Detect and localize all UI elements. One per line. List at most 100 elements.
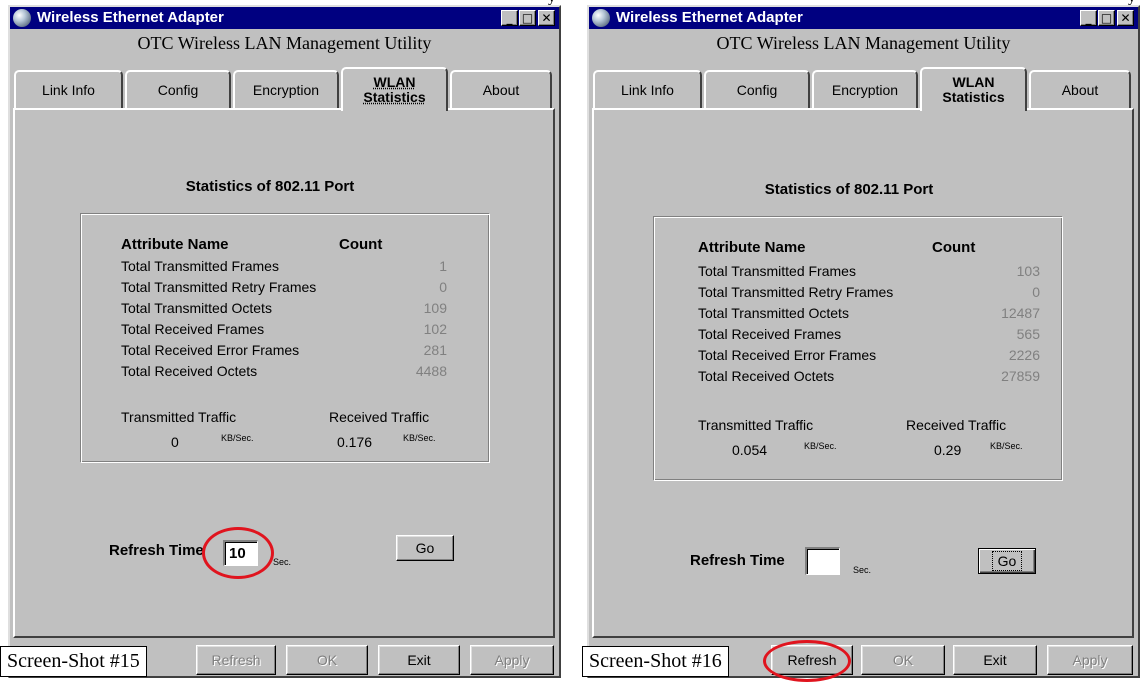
row-label: Total Transmitted Octets xyxy=(698,305,849,321)
network-adapter-icon xyxy=(592,9,610,27)
button-label: Go xyxy=(991,551,1023,571)
tab-label: About xyxy=(482,82,520,98)
button-label: Go xyxy=(415,540,435,556)
transmitted-traffic-label: Transmitted Traffic xyxy=(121,409,237,425)
title-bar: Wireless Ethernet Adapter _ □ ✕ xyxy=(10,7,559,29)
row-count: 0 xyxy=(1032,284,1040,300)
tab-encryption[interactable]: Encryption xyxy=(233,70,339,108)
screenshot-caption: Screen-Shot #16 xyxy=(582,646,729,677)
transmitted-traffic-label: Transmitted Traffic xyxy=(698,417,814,433)
traffic-unit: KB/Sec. xyxy=(221,433,254,443)
tab-config[interactable]: Config xyxy=(125,70,231,108)
button-label: OK xyxy=(316,652,338,668)
transmitted-traffic-value: 0.054 xyxy=(732,442,768,458)
tab-wlan-statistics[interactable]: WLAN Statistics xyxy=(920,67,1027,111)
tab-link-info[interactable]: Link Info xyxy=(14,70,123,108)
received-traffic-value: 0.176 xyxy=(337,434,373,450)
refresh-unit: Sec. xyxy=(273,557,292,567)
row-label: Total Transmitted Octets xyxy=(121,300,272,316)
tab-label: Config xyxy=(736,82,778,98)
exit-button[interactable]: Exit xyxy=(378,645,460,675)
row-label: Total Received Error Frames xyxy=(121,342,300,358)
tab-label: Config xyxy=(157,82,199,98)
button-label: Exit xyxy=(407,652,431,668)
ok-button[interactable]: OK xyxy=(286,645,368,675)
stats-groupbox: Attribute Name Count Total Transmitted F… xyxy=(80,213,490,463)
utility-window-16: Wireless Ethernet Adapter _ □ ✕ OTC Wire… xyxy=(587,5,1140,678)
tab-label: Link Info xyxy=(42,82,95,98)
traffic-unit: KB/Sec. xyxy=(990,441,1023,451)
window-title: Wireless Ethernet Adapter xyxy=(616,9,803,26)
close-icon[interactable]: ✕ xyxy=(538,10,555,26)
tab-link-info[interactable]: Link Info xyxy=(593,70,702,108)
received-traffic-label: Received Traffic xyxy=(329,409,430,425)
row-count: 0 xyxy=(439,279,447,295)
row-label: Total Received Frames xyxy=(121,321,265,337)
row-count: 109 xyxy=(423,300,447,316)
tab-encryption[interactable]: Encryption xyxy=(812,70,918,108)
row-count: 103 xyxy=(1016,263,1040,279)
tab-wlan-statistics[interactable]: WLAN Statistics xyxy=(341,67,448,111)
row-label: Total Received Error Frames xyxy=(698,347,877,363)
network-adapter-icon xyxy=(13,9,31,27)
row-count: 27859 xyxy=(1001,368,1040,384)
button-label: OK xyxy=(892,652,914,668)
go-button[interactable]: Go xyxy=(978,548,1036,574)
stats-groupbox: Attribute Name Count Total Transmitted F… xyxy=(653,216,1063,481)
ok-button[interactable]: OK xyxy=(861,645,945,675)
row-label: Total Transmitted Retry Frames xyxy=(121,279,317,295)
highlight-circle xyxy=(202,527,274,579)
count-header: Count xyxy=(932,239,976,256)
utility-title: OTC Wireless LAN Management Utility xyxy=(137,33,432,53)
maximize-icon[interactable]: □ xyxy=(1098,10,1115,26)
row-count: 102 xyxy=(423,321,447,337)
refresh-time-input[interactable] xyxy=(805,547,840,575)
row-count: 2226 xyxy=(1008,347,1040,363)
apply-button[interactable]: Apply xyxy=(1047,645,1133,675)
row-label: Total Transmitted Frames xyxy=(121,258,279,274)
transmitted-traffic-value: 0 xyxy=(171,434,179,450)
tab-label: Encryption xyxy=(831,82,899,98)
exit-button[interactable]: Exit xyxy=(953,645,1037,675)
row-count: 1 xyxy=(439,258,447,274)
row-label: Total Received Octets xyxy=(698,368,835,384)
tab-label: WLAN Statistics xyxy=(942,74,1005,105)
button-label: Apply xyxy=(1072,652,1108,668)
minimize-icon[interactable]: _ xyxy=(1080,10,1097,26)
tab-label: Link Info xyxy=(621,82,674,98)
attribute-name-header: Attribute Name xyxy=(698,239,806,256)
received-traffic-value: 0.29 xyxy=(934,442,962,458)
go-button[interactable]: Go xyxy=(396,535,454,561)
screenshot-caption: Screen-Shot #15 xyxy=(0,646,147,677)
maximize-icon[interactable]: □ xyxy=(519,10,536,26)
tab-about[interactable]: About xyxy=(1029,70,1131,108)
stats-heading: Statistics of 802.11 Port xyxy=(764,181,934,198)
button-label: Refresh xyxy=(211,652,261,668)
count-header: Count xyxy=(339,236,383,253)
minimize-icon[interactable]: _ xyxy=(501,10,518,26)
refresh-time-label: Refresh Time xyxy=(690,552,785,569)
refresh-time-label: Refresh Time xyxy=(109,542,204,559)
tab-config[interactable]: Config xyxy=(704,70,810,108)
refresh-button[interactable]: Refresh xyxy=(196,645,276,675)
apply-button[interactable]: Apply xyxy=(470,645,554,675)
row-count: 565 xyxy=(1016,326,1040,342)
stats-heading: Statistics of 802.11 Port xyxy=(185,178,355,195)
tab-about[interactable]: About xyxy=(450,70,552,108)
button-label: Apply xyxy=(494,652,530,668)
highlight-circle xyxy=(763,640,851,682)
tab-label: WLAN Statistics xyxy=(363,74,426,105)
row-label: Total Received Frames xyxy=(698,326,842,342)
row-label: Total Transmitted Retry Frames xyxy=(698,284,894,300)
row-count: 4488 xyxy=(415,363,447,379)
tab-label: Encryption xyxy=(252,82,320,98)
title-bar: Wireless Ethernet Adapter _ □ ✕ xyxy=(589,7,1138,29)
utility-title: OTC Wireless LAN Management Utility xyxy=(716,33,1011,53)
button-label: Exit xyxy=(983,652,1007,668)
row-count: 12487 xyxy=(1001,305,1040,321)
received-traffic-label: Received Traffic xyxy=(906,417,1007,433)
attribute-name-header: Attribute Name xyxy=(121,236,229,253)
close-icon[interactable]: ✕ xyxy=(1117,10,1134,26)
window-title: Wireless Ethernet Adapter xyxy=(37,9,224,26)
refresh-unit: Sec. xyxy=(853,565,872,575)
